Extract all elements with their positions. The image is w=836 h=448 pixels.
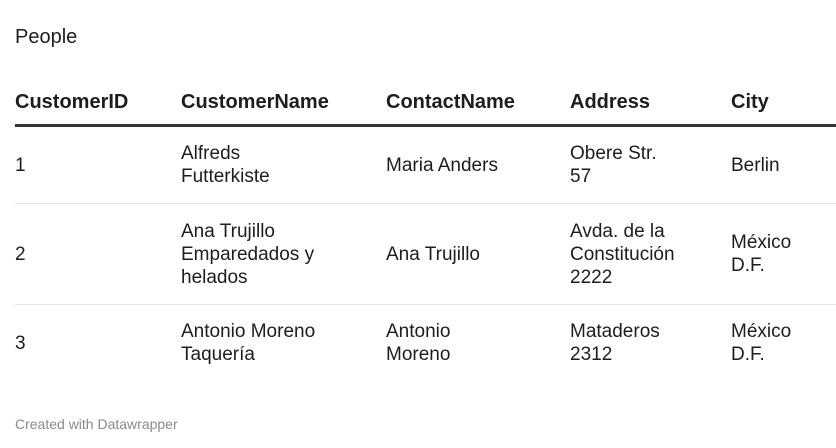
column-header-city[interactable]: City [731, 82, 836, 127]
cell-customername: Ana Trujillo Emparedados y helados [181, 203, 386, 305]
cell-text: 3 [15, 332, 26, 354]
table-header-row: CustomerID CustomerName ContactName Addr… [15, 82, 836, 127]
table-row: 1 Alfreds Futterkiste Maria Anders Obere… [15, 125, 836, 204]
attribution-footer: Created with Datawrapper [15, 416, 178, 432]
cell-city: México D.F. [731, 305, 836, 382]
cell-text: Antonio Moreno Taquería [181, 321, 316, 365]
cell-address: Mataderos 2312 [570, 305, 731, 382]
cell-text: Alfreds Futterkiste [181, 143, 270, 187]
table-row: 2 Ana Trujillo Emparedados y helados Ana… [15, 203, 836, 305]
cell-contactname: Antonio Moreno [386, 305, 570, 382]
cell-text: Maria Anders [386, 154, 498, 176]
cell-contactname: Maria Anders [386, 125, 570, 204]
cell-customername: Antonio Moreno Taquería [181, 305, 386, 382]
column-header-customerid[interactable]: CustomerID [15, 82, 181, 127]
cell-text: 2 [15, 243, 26, 265]
column-header-contactname[interactable]: ContactName [386, 82, 570, 127]
cell-city: Berlin [731, 125, 836, 204]
cell-text: Obere Str. 57 [570, 143, 657, 187]
people-table: CustomerID CustomerName ContactName Addr… [15, 82, 836, 381]
cell-contactname: Ana Trujillo [386, 203, 570, 305]
cell-text: México D.F. [731, 232, 792, 276]
cell-city: México D.F. [731, 203, 836, 305]
cell-customername: Alfreds Futterkiste [181, 125, 386, 204]
cell-text: Berlin [731, 154, 780, 176]
cell-text: Ana Trujillo [386, 243, 480, 265]
cell-text: Avda. de la Constitución 2222 [570, 220, 675, 288]
cell-address: Obere Str. 57 [570, 125, 731, 204]
cell-text: Ana Trujillo Emparedados y helados [181, 220, 315, 288]
cell-text: 1 [15, 154, 26, 176]
column-header-address[interactable]: Address [570, 82, 731, 127]
cell-customerid: 1 [15, 125, 181, 204]
cell-customerid: 2 [15, 203, 181, 305]
table-row: 3 Antonio Moreno Taquería Antonio Moreno… [15, 305, 836, 382]
cell-customerid: 3 [15, 305, 181, 382]
table-title: People [15, 26, 78, 48]
cell-text: Mataderos 2312 [570, 321, 660, 365]
column-header-customername[interactable]: CustomerName [181, 82, 386, 127]
cell-address: Avda. de la Constitución 2222 [570, 203, 731, 305]
cell-text: Antonio Moreno [386, 321, 451, 365]
cell-text: México D.F. [731, 321, 792, 365]
